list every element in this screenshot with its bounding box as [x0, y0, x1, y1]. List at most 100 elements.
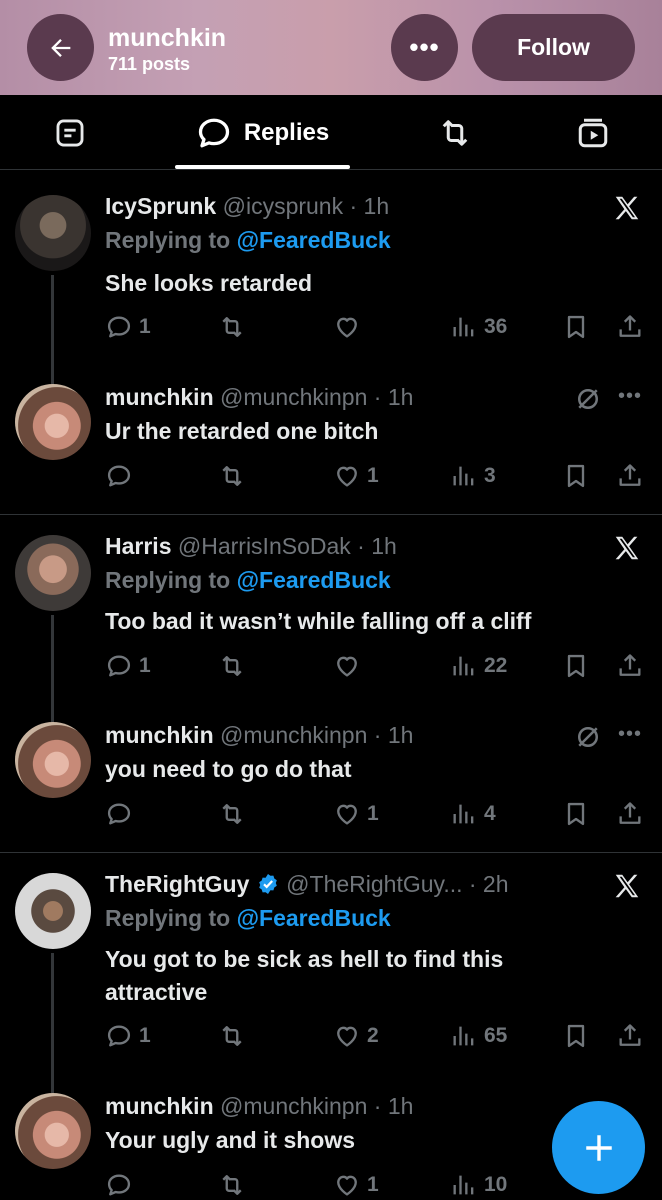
like-button[interactable] [333, 651, 367, 681]
verified-badge-icon [258, 874, 277, 894]
avatar[interactable] [15, 384, 91, 460]
post-actions: 1 3 [0, 461, 662, 491]
reply-button[interactable] [105, 799, 139, 829]
retweet-icon [222, 317, 242, 337]
share-button[interactable] [616, 799, 644, 829]
post-header: munchkin @munchkinpn · 1h [105, 722, 413, 749]
reply-button[interactable]: 1 [105, 1021, 151, 1051]
views-button[interactable]: 10 [450, 1170, 507, 1200]
views-bar-chart-icon [453, 804, 474, 824]
repost-button[interactable] [218, 651, 246, 681]
like-button[interactable]: 1 [333, 799, 379, 829]
tab-replies-label: Replies [243, 118, 330, 146]
views-button[interactable]: 36 [450, 312, 507, 342]
author-name[interactable]: IcySprunk [105, 193, 216, 219]
share-icon [619, 802, 641, 824]
back-button[interactable] [27, 14, 94, 81]
profile-name: munchkin [108, 24, 227, 52]
retweet-icon [442, 119, 468, 146]
author-name[interactable]: TheRightGuy [105, 871, 249, 897]
mention-link[interactable]: @FearedBuck [237, 227, 391, 253]
post-actions: 1 22 [0, 651, 662, 681]
more-dots-icon[interactable]: ••• [618, 385, 642, 408]
reply-button[interactable] [105, 1170, 139, 1200]
tab-reposts[interactable] [415, 95, 495, 170]
post-actions: 1 2 65 [0, 1021, 662, 1051]
avatar[interactable] [15, 722, 91, 798]
share-button[interactable] [616, 312, 644, 342]
post-header: Harris @HarrisInSoDak · 1h [105, 533, 397, 560]
mention-link[interactable]: @FearedBuck [237, 567, 391, 593]
x-logo-icon [615, 196, 639, 220]
view-count: 10 [484, 1173, 508, 1196]
like-button[interactable]: 1 [333, 1170, 379, 1200]
views-button[interactable]: 4 [450, 799, 496, 829]
bookmark-button[interactable] [562, 461, 590, 491]
bookmark-icon [567, 464, 585, 488]
share-button[interactable] [616, 1021, 644, 1051]
bookmark-button[interactable] [562, 312, 590, 342]
post-header: munchkin @munchkinpn · 1h [105, 384, 413, 411]
avatar[interactable] [15, 873, 91, 949]
like-button[interactable]: 2 [333, 1021, 379, 1051]
views-bar-chart-icon [453, 1175, 474, 1195]
reply-button[interactable] [105, 461, 139, 491]
view-count: 4 [484, 802, 496, 825]
bookmark-button[interactable] [562, 1021, 590, 1051]
author-handle: @HarrisInSoDak · 1h [177, 533, 397, 559]
avatar[interactable] [15, 195, 91, 271]
reply-post[interactable]: Harris @HarrisInSoDak · 1h Replying to @… [0, 515, 662, 855]
bookmark-button[interactable] [562, 651, 590, 681]
avatar[interactable] [15, 1093, 91, 1169]
compose-button[interactable] [552, 1101, 645, 1194]
grok-icon[interactable] [573, 722, 603, 752]
bookmark-button[interactable] [562, 799, 590, 829]
post-text: Ur the retarded one bitch [105, 418, 379, 444]
more-dots-icon[interactable]: ••• [618, 723, 642, 746]
author-name[interactable]: munchkin [105, 1093, 214, 1119]
post-actions: 1 4 [0, 799, 662, 829]
author-name[interactable]: munchkin [105, 384, 214, 410]
reply-icon [107, 803, 131, 825]
views-button[interactable]: 65 [450, 1021, 507, 1051]
repost-button[interactable] [218, 799, 246, 829]
post-text: Your ugly and it shows [105, 1127, 356, 1153]
repost-button[interactable] [218, 461, 246, 491]
views-button[interactable]: 22 [450, 651, 507, 681]
tab-replies[interactable]: Replies [175, 95, 350, 170]
mention-link[interactable]: @FearedBuck [237, 905, 391, 931]
repost-button[interactable] [218, 312, 246, 342]
follow-button[interactable]: Follow [472, 14, 635, 81]
author-name[interactable]: munchkin [105, 722, 214, 748]
more-dots-icon: ••• [409, 32, 440, 62]
reply-icon [107, 465, 131, 487]
more-options-button[interactable]: ••• [391, 14, 458, 81]
like-button[interactable] [333, 312, 367, 342]
share-button[interactable] [616, 651, 644, 681]
x-logo-icon [615, 536, 639, 560]
tab-media[interactable] [553, 95, 633, 170]
author-name[interactable]: Harris [105, 533, 171, 559]
share-icon [619, 1024, 641, 1046]
replying-to: Replying to @FearedBuck [105, 567, 391, 593]
retweet-icon [222, 466, 242, 486]
like-button[interactable]: 1 [333, 461, 379, 491]
share-button[interactable] [616, 461, 644, 491]
reply-post[interactable]: IcySprunk @icysprunk · 1h Replying to @F… [0, 171, 662, 516]
share-icon [619, 464, 641, 486]
reply-icon [107, 1174, 131, 1196]
tab-posts[interactable] [30, 95, 110, 170]
back-arrow-icon [50, 38, 70, 57]
avatar[interactable] [15, 535, 91, 611]
repost-button[interactable] [218, 1170, 246, 1200]
grok-icon[interactable] [573, 384, 603, 414]
retweet-icon [222, 1175, 242, 1195]
share-icon [619, 315, 641, 337]
like-count: 2 [367, 1024, 379, 1047]
repost-button[interactable] [218, 1021, 246, 1051]
views-button[interactable]: 3 [450, 461, 496, 491]
like-count: 1 [367, 1173, 379, 1196]
profile-tabs: Replies [0, 95, 662, 170]
reply-button[interactable]: 1 [105, 312, 151, 342]
reply-button[interactable]: 1 [105, 651, 151, 681]
